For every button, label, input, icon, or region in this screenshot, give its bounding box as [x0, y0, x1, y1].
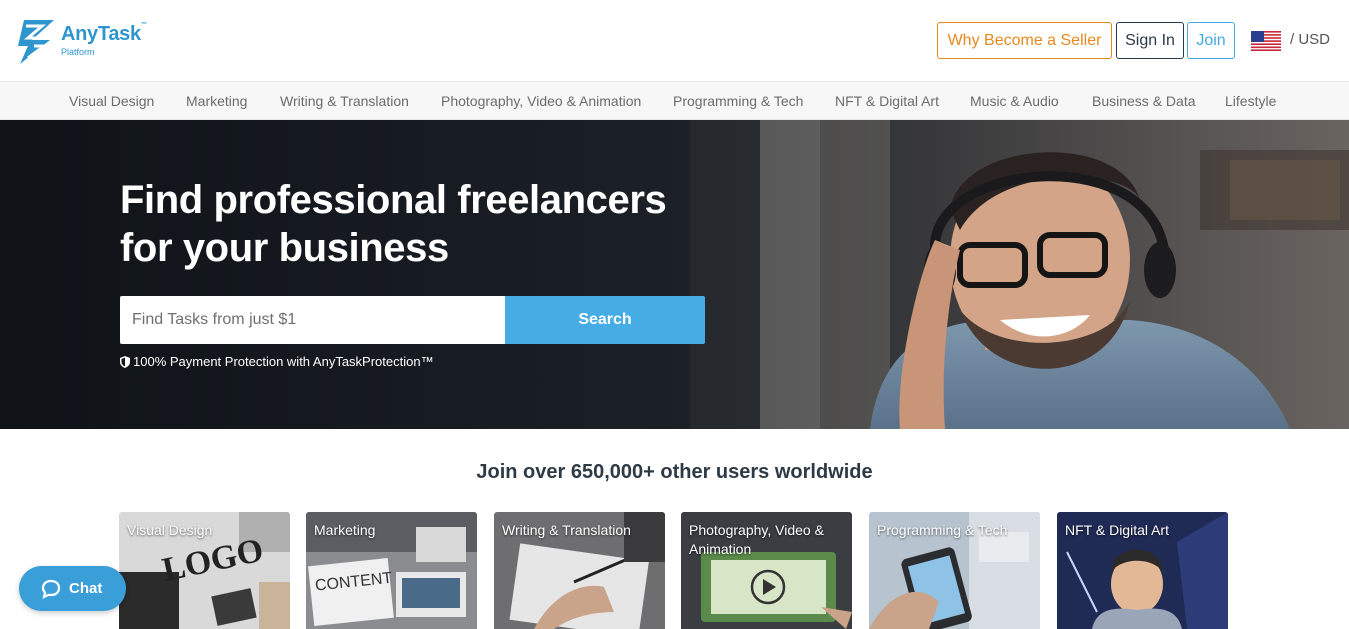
currency-selector[interactable]: / USD	[1290, 31, 1330, 48]
category-card-visual-design[interactable]: LOGO Visual Design	[119, 512, 290, 629]
why-become-seller-button[interactable]: Why Become a Seller	[937, 22, 1112, 59]
join-heading: Join over 650,000+ other users worldwide	[476, 461, 873, 483]
nav-photography-video-animation[interactable]: Photography, Video & Animation	[441, 93, 641, 109]
logo-trademark: ™	[141, 22, 147, 28]
card-label-photography-video-animation: Photography, Video & Animation	[689, 522, 824, 557]
hero-banner: Find professional freelancers for your b…	[0, 120, 1349, 429]
nav-music-audio[interactable]: Music & Audio	[970, 93, 1059, 109]
search-input[interactable]	[120, 296, 506, 344]
search-button[interactable]: Search	[505, 296, 705, 344]
site-header: AnyTask ™ Platform Why Become a Seller S…	[0, 0, 1349, 82]
category-nav: Visual Design Marketing Writing & Transl…	[0, 83, 1349, 120]
category-card-photography-video-animation[interactable]: Photography, Video & Animation	[681, 512, 852, 629]
nav-marketing[interactable]: Marketing	[186, 93, 247, 109]
nav-business-data[interactable]: Business & Data	[1092, 93, 1196, 109]
payment-protection-text: 100% Payment Protection with AnyTaskProt…	[133, 354, 434, 369]
logo-subtitle: Platform	[61, 47, 95, 57]
card-label-writing-translation: Writing & Translation	[502, 522, 631, 538]
hero-photo	[0, 120, 1349, 429]
card-label-nft-digital-art: NFT & Digital Art	[1065, 522, 1169, 538]
nav-nft-digital-art[interactable]: NFT & Digital Art	[835, 93, 939, 109]
anytask-logo[interactable]: AnyTask ™ Platform	[14, 16, 164, 68]
category-card-writing-translation[interactable]: Writing & Translation	[494, 512, 665, 629]
chat-label: Chat	[69, 580, 103, 597]
nav-programming-tech[interactable]: Programming & Tech	[673, 93, 803, 109]
nav-visual-design[interactable]: Visual Design	[69, 93, 154, 109]
payment-protection-note: 100% Payment Protection with AnyTaskProt…	[120, 354, 434, 369]
chat-button[interactable]: Chat	[19, 566, 126, 611]
us-flag-icon[interactable]	[1251, 31, 1281, 51]
card-label-visual-design: Visual Design	[127, 522, 213, 538]
hero-title: Find professional freelancers for your b…	[120, 176, 740, 272]
nav-writing-translation[interactable]: Writing & Translation	[280, 93, 409, 109]
category-card-programming-tech[interactable]: Programming & Tech	[869, 512, 1040, 629]
join-button[interactable]: Join	[1187, 22, 1235, 59]
category-card-marketing[interactable]: CONTENT Marketing	[306, 512, 477, 629]
sign-in-button[interactable]: Sign In	[1116, 22, 1184, 59]
hero-title-line1: Find professional freelancers	[120, 178, 667, 222]
category-card-nft-digital-art[interactable]: NFT & Digital Art	[1057, 512, 1228, 629]
shield-icon	[120, 356, 130, 368]
chat-bubble-icon	[41, 579, 61, 599]
nav-lifestyle[interactable]: Lifestyle	[1225, 93, 1276, 109]
logo-name: AnyTask	[61, 23, 141, 45]
hero-title-line2: for your business	[120, 226, 449, 270]
card-label-programming-tech: Programming & Tech	[877, 522, 1008, 538]
card-label-marketing: Marketing	[314, 522, 376, 538]
logo-mark-icon	[18, 20, 54, 64]
